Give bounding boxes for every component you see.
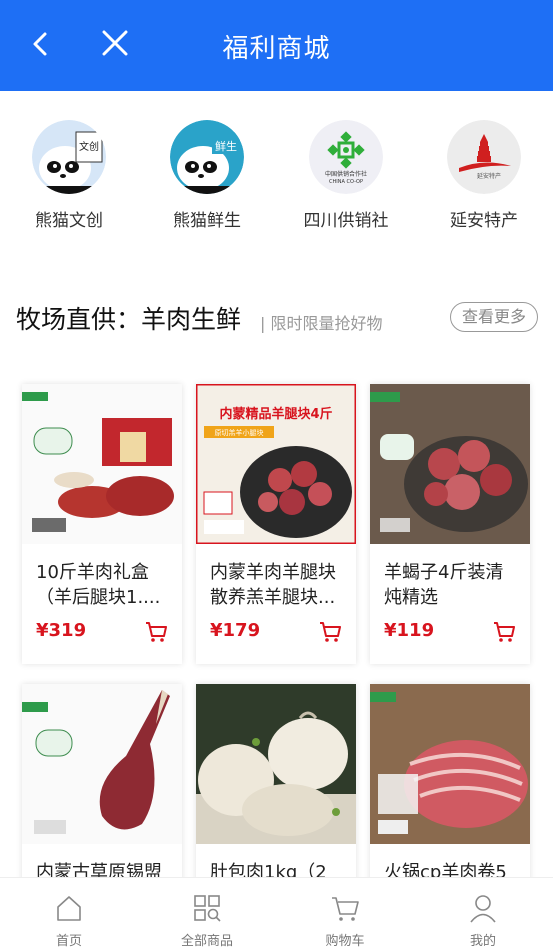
product-image xyxy=(22,384,182,544)
product-name: 10斤羊肉礼盒（羊后腿块1.... xyxy=(36,562,161,608)
shop-item-sichuan-coop[interactable]: 中国供销合作社 CHINA CO-OP 四川供销社 xyxy=(281,118,411,231)
product-card[interactable]: 内蒙精品羊腿块4斤 原切羔羊小腿块 内蒙羊肉羊腿块散养羔羊腿块... ¥179 xyxy=(196,384,356,664)
shop-item-panda-culture[interactable]: 文创 熊猫文创 xyxy=(4,118,134,231)
sichuan-coop-logo: 中国供销合作社 CHINA CO-OP xyxy=(309,120,383,194)
section-subtitle: | 限时限量抢好物 xyxy=(260,314,383,333)
product-price: ¥319 xyxy=(36,620,87,641)
view-more-button[interactable]: 查看更多 xyxy=(450,302,538,332)
panda-fresh-logo: 鲜生 xyxy=(170,120,244,194)
product-card[interactable]: 10斤羊肉礼盒（羊后腿块1.... ¥319 xyxy=(22,384,182,664)
panda-culture-logo: 文创 xyxy=(32,120,106,194)
product-image xyxy=(370,684,530,844)
product-banner: 内蒙精品羊腿块4斤 xyxy=(219,406,332,422)
product-image xyxy=(196,684,356,844)
shop-item-panda-fresh[interactable]: 鲜生 熊猫鲜生 xyxy=(142,118,272,231)
product-image: 内蒙精品羊腿块4斤 原切羔羊小腿块 xyxy=(196,384,356,544)
section-header: 牧场直供：羊肉生鲜 | 限时限量抢好物 查看更多 xyxy=(16,298,538,338)
shop-name: 熊猫鲜生 xyxy=(173,211,241,231)
shop-name: 延安特产 xyxy=(450,211,518,231)
tab-label: 全部商品 xyxy=(180,934,233,949)
shop-name: 四川供销社 xyxy=(303,211,389,231)
product-price: ¥119 xyxy=(384,620,435,641)
tab-cart[interactable]: 购物车 xyxy=(276,878,414,949)
user-icon xyxy=(470,895,496,923)
section-title: 牧场直供：羊肉生鲜 xyxy=(16,305,242,334)
svg-text:CHINA CO-OP: CHINA CO-OP xyxy=(329,179,363,185)
tab-mine[interactable]: 我的 xyxy=(414,878,552,949)
tab-label: 我的 xyxy=(469,934,496,949)
home-icon xyxy=(57,896,81,921)
top-bar: 福利商城 xyxy=(0,0,553,91)
product-name: 内蒙羊肉羊腿块散养羔羊腿块... xyxy=(210,562,336,608)
sichuan-coop-badge: 中国供销合作社 xyxy=(325,170,367,178)
product-image xyxy=(22,684,182,844)
product-price: ¥179 xyxy=(210,620,261,641)
tab-label: 首页 xyxy=(55,934,82,949)
yanan-specialty-badge: 延安特产 xyxy=(477,172,501,180)
tab-home[interactable]: 首页 xyxy=(0,878,138,949)
tab-all-products[interactable]: 全部商品 xyxy=(138,878,276,949)
grid-search-icon xyxy=(194,895,221,922)
shop-item-yanan-specialty[interactable]: 延安特产 延安特产 xyxy=(419,118,549,231)
shop-list: 文创 熊猫文创 鲜生 熊猫鲜生 中国供销合作社 CHINA CO-OP 四川供销… xyxy=(0,118,553,238)
add-to-cart-icon[interactable] xyxy=(318,620,342,644)
page-title: 福利商城 xyxy=(222,34,331,64)
bottom-tab-bar: 首页 全部商品 购物车 我的 xyxy=(0,877,553,952)
panda-culture-badge: 文创 xyxy=(79,140,99,153)
add-to-cart-icon[interactable] xyxy=(144,620,168,644)
product-banner-sub: 原切羔羊小腿块 xyxy=(215,428,264,437)
product-card[interactable]: 羊蝎子4斤装清炖精选 ¥119 xyxy=(370,384,530,664)
tab-label: 购物车 xyxy=(325,934,365,949)
product-name: 羊蝎子4斤装清炖精选 xyxy=(384,562,504,608)
cart-icon xyxy=(332,897,359,921)
product-image xyxy=(370,384,530,544)
add-to-cart-icon[interactable] xyxy=(492,620,516,644)
panda-fresh-badge: 鲜生 xyxy=(215,139,237,153)
yanan-specialty-logo: 延安特产 xyxy=(447,120,521,194)
shop-name: 熊猫文创 xyxy=(35,211,103,231)
